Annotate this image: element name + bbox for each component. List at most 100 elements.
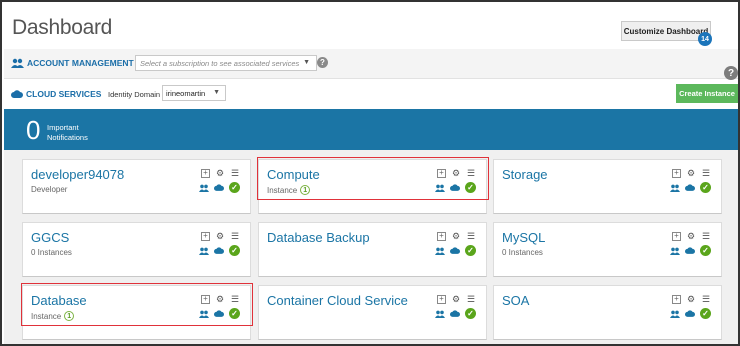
list-icon[interactable]: ☰: [701, 231, 711, 241]
cloud-icon[interactable]: [450, 184, 460, 191]
gear-icon[interactable]: ⚙: [215, 231, 225, 241]
service-tile-name[interactable]: SOA: [502, 293, 529, 308]
users-icon[interactable]: [199, 310, 209, 318]
chevron-down-icon: ▼: [303, 59, 310, 66]
tile-actions: + ⚙ ☰: [437, 168, 476, 178]
notifications-bar[interactable]: 0 Important Notifications: [4, 109, 738, 150]
users-icon[interactable]: [670, 184, 680, 192]
notification-count: 0: [26, 115, 41, 145]
cloud-services-bar: CLOUD SERVICES Identity Domain irineomar…: [4, 80, 738, 109]
gear-icon[interactable]: ⚙: [686, 231, 696, 241]
identity-domain-select[interactable]: irineomartin ▼: [162, 85, 226, 101]
service-tile-name[interactable]: Storage: [502, 167, 548, 182]
service-tile-subtitle: Instance 1: [267, 185, 311, 195]
gear-icon[interactable]: ⚙: [451, 231, 461, 241]
tile-actions: + ⚙ ☰: [201, 231, 240, 241]
tile-actions: + ⚙ ☰: [437, 231, 476, 241]
instance-count-badge[interactable]: 1: [64, 311, 75, 321]
tile-status: ✓: [670, 308, 711, 319]
tile-status: ✓: [199, 308, 240, 319]
users-icon[interactable]: [670, 310, 680, 318]
service-tile[interactable]: developer94078 Developer + ⚙ ☰ ✓: [22, 159, 251, 214]
users-icon[interactable]: [670, 247, 680, 255]
plus-box-icon[interactable]: +: [437, 168, 446, 178]
service-tile[interactable]: SOA + ⚙ ☰ ✓: [493, 285, 722, 340]
users-icon[interactable]: [435, 184, 445, 192]
cloud-icon[interactable]: [214, 184, 224, 191]
subscription-select[interactable]: Select a subscription to see associated …: [135, 55, 317, 71]
gear-icon[interactable]: ⚙: [451, 168, 461, 178]
plus-box-icon[interactable]: +: [672, 168, 681, 178]
tile-actions: + ⚙ ☰: [201, 294, 240, 304]
users-icon[interactable]: [435, 310, 445, 318]
tile-actions: + ⚙ ☰: [672, 294, 711, 304]
service-tile[interactable]: Storage + ⚙ ☰ ✓: [493, 159, 722, 214]
create-instance-button[interactable]: Create Instance: [676, 84, 738, 103]
list-icon[interactable]: ☰: [466, 168, 476, 178]
plus-box-icon[interactable]: +: [201, 168, 210, 178]
tile-status: ✓: [435, 308, 476, 319]
service-tile[interactable]: MySQL 0 Instances + ⚙ ☰ ✓: [493, 222, 722, 277]
tile-actions: + ⚙ ☰: [672, 231, 711, 241]
plus-box-icon[interactable]: +: [201, 294, 210, 304]
cloud-icon[interactable]: [685, 310, 695, 317]
list-icon[interactable]: ☰: [466, 231, 476, 241]
service-tile-subtitle-text: Developer: [31, 185, 68, 194]
service-tile[interactable]: Container Cloud Service + ⚙ ☰ ✓: [258, 285, 487, 340]
users-icon[interactable]: [199, 184, 209, 192]
plus-box-icon[interactable]: +: [437, 231, 446, 241]
list-icon[interactable]: ☰: [230, 231, 240, 241]
service-tile[interactable]: Compute Instance 1 + ⚙ ☰ ✓: [258, 159, 487, 214]
cloud-icon[interactable]: [450, 310, 460, 317]
check-circle-icon: ✓: [465, 308, 476, 319]
service-tile-name[interactable]: MySQL: [502, 230, 545, 245]
list-icon[interactable]: ☰: [466, 294, 476, 304]
gear-icon[interactable]: ⚙: [215, 294, 225, 304]
cloud-icon[interactable]: [685, 247, 695, 254]
tile-actions: + ⚙ ☰: [201, 168, 240, 178]
cloud-icon[interactable]: [214, 247, 224, 254]
gear-icon[interactable]: ⚙: [451, 294, 461, 304]
cloud-icon[interactable]: [685, 184, 695, 191]
account-management-label[interactable]: ACCOUNT MANAGEMENT: [11, 58, 134, 68]
instance-count-badge[interactable]: 1: [300, 185, 311, 195]
service-tile-name[interactable]: developer94078: [31, 167, 124, 182]
service-tile[interactable]: Database Instance 1 + ⚙ ☰ ✓: [22, 285, 251, 340]
gear-icon[interactable]: ⚙: [215, 168, 225, 178]
list-icon[interactable]: ☰: [230, 294, 240, 304]
service-tiles-grid: developer94078 Developer + ⚙ ☰ ✓ Compute Instan…: [4, 150, 738, 344]
service-tile-name[interactable]: Container Cloud Service: [267, 293, 408, 308]
cloud-icon[interactable]: [214, 310, 224, 317]
gear-icon[interactable]: ⚙: [686, 168, 696, 178]
cloud-icon[interactable]: [450, 247, 460, 254]
service-tile-name[interactable]: GGCS: [31, 230, 69, 245]
service-tile[interactable]: Database Backup + ⚙ ☰ ✓: [258, 222, 487, 277]
check-circle-icon: ✓: [700, 308, 711, 319]
help-icon[interactable]: ?: [317, 57, 328, 68]
cloud-services-text: CLOUD SERVICES: [26, 89, 102, 99]
plus-box-icon[interactable]: +: [672, 231, 681, 241]
service-tile-name[interactable]: Database: [31, 293, 87, 308]
check-circle-icon: ✓: [465, 182, 476, 193]
list-icon[interactable]: ☰: [230, 168, 240, 178]
service-tile-name[interactable]: Database Backup: [267, 230, 370, 245]
service-tile-subtitle-text: 0 Instances: [502, 248, 543, 257]
list-icon[interactable]: ☰: [701, 168, 711, 178]
service-tile-name[interactable]: Compute: [267, 167, 320, 182]
gear-icon[interactable]: ⚙: [686, 294, 696, 304]
cloud-services-label[interactable]: CLOUD SERVICES: [11, 89, 101, 99]
check-circle-icon: ✓: [229, 245, 240, 256]
check-circle-icon: ✓: [229, 182, 240, 193]
tile-actions: + ⚙ ☰: [672, 168, 711, 178]
plus-box-icon[interactable]: +: [437, 294, 446, 304]
tile-status: ✓: [199, 245, 240, 256]
tile-status: ✓: [435, 182, 476, 193]
plus-box-icon[interactable]: +: [201, 231, 210, 241]
users-icon[interactable]: [435, 247, 445, 255]
users-icon[interactable]: [199, 247, 209, 255]
service-tile[interactable]: GGCS 0 Instances + ⚙ ☰ ✓: [22, 222, 251, 277]
list-icon[interactable]: ☰: [701, 294, 711, 304]
plus-box-icon[interactable]: +: [672, 294, 681, 304]
page-help-icon[interactable]: ?: [724, 66, 738, 80]
page-header: Dashboard Customize Dashboard 14: [4, 4, 738, 48]
